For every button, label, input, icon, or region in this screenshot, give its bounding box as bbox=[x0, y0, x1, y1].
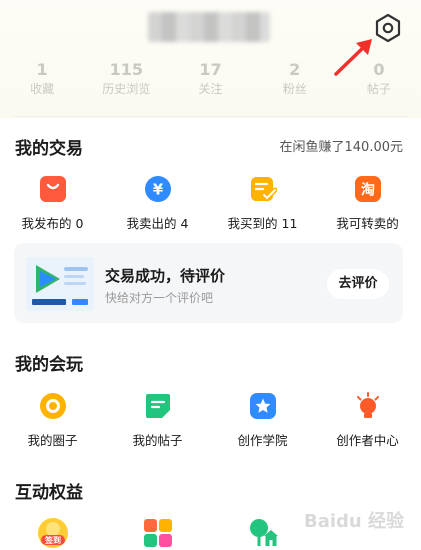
puzzle-benefit-button[interactable] bbox=[105, 516, 210, 550]
my-published-button[interactable]: 我发布的 0 bbox=[0, 175, 105, 232]
play-section-title: 我的会玩 bbox=[15, 355, 83, 375]
checkin-button[interactable]: 签到 bbox=[0, 516, 105, 550]
my-published-label: 我发布的 0 bbox=[21, 216, 84, 231]
creator-academy-label: 创作学院 bbox=[237, 433, 288, 448]
stat-value: 0 bbox=[373, 60, 385, 79]
creator-center-label: 创作者中心 bbox=[336, 433, 399, 448]
stat-followers[interactable]: 2 粉丝 bbox=[253, 60, 337, 100]
my-resellable-label: 我可转卖的 bbox=[336, 216, 399, 231]
my-posts-button[interactable]: 我的帖子 bbox=[105, 392, 210, 449]
review-card-title: 交易成功，待评价 bbox=[105, 267, 226, 285]
username-blurred bbox=[148, 12, 270, 42]
my-sold-button[interactable]: ¥ 我卖出的 4 bbox=[105, 175, 210, 232]
review-card-subtitle: 快给对方一个评价吧 bbox=[105, 291, 214, 305]
svg-text:淘: 淘 bbox=[361, 182, 375, 199]
stat-label: 粉丝 bbox=[282, 82, 307, 96]
interactive-section-title: 互动权益 bbox=[15, 483, 83, 503]
stat-following[interactable]: 17 关注 bbox=[168, 60, 252, 100]
stat-value: 2 bbox=[289, 60, 301, 79]
circle-ring-icon bbox=[39, 393, 66, 419]
watermark-text: Baidu 经验 bbox=[304, 510, 405, 532]
stat-label: 关注 bbox=[198, 82, 223, 96]
stat-label: 历史浏览 bbox=[102, 82, 151, 96]
review-reminder-card[interactable]: 交易成功，待评价 快给对方一个评价吧 去评价 bbox=[14, 243, 403, 323]
stat-value: 115 bbox=[109, 60, 143, 79]
puzzle-hearts-icon bbox=[143, 519, 172, 547]
trading-grid: 我发布的 0 ¥ 我卖出的 4 我买到的 11 淘 我可转卖的 bbox=[0, 175, 421, 232]
tree-house-icon bbox=[249, 519, 278, 546]
stat-label: 帖子 bbox=[366, 82, 391, 96]
stat-history[interactable]: 115 历史浏览 bbox=[84, 60, 168, 100]
creator-academy-button[interactable]: 创作学院 bbox=[210, 392, 315, 449]
baidu-watermark: Baidu 经验 bbox=[304, 510, 405, 532]
star-badge-icon bbox=[249, 393, 276, 419]
bag-icon bbox=[39, 176, 66, 202]
receipt-check-icon bbox=[250, 177, 277, 202]
my-posts-label: 我的帖子 bbox=[132, 433, 183, 448]
stat-value: 1 bbox=[36, 60, 48, 79]
taobao-icon: 淘 bbox=[354, 176, 381, 202]
go-review-button[interactable]: 去评价 bbox=[327, 269, 389, 299]
stat-favorites[interactable]: 1 收藏 bbox=[0, 60, 84, 100]
my-circles-button[interactable]: 我的圈子 bbox=[0, 392, 105, 449]
my-bought-label: 我买到的 11 bbox=[227, 216, 298, 231]
yen-icon: ¥ bbox=[144, 176, 171, 202]
post-icon bbox=[145, 394, 170, 418]
trading-section-title: 我的交易 bbox=[15, 139, 83, 159]
checkin-icon: 签到 bbox=[37, 518, 68, 548]
stat-posts[interactable]: 0 帖子 bbox=[337, 60, 421, 100]
earned-amount-link[interactable]: 在闲鱼赚了140.00元 bbox=[280, 136, 404, 155]
stat-label: 收藏 bbox=[30, 82, 55, 96]
stats-row: 1 收藏 115 历史浏览 17 关注 2 粉丝 0 帖子 bbox=[0, 60, 421, 100]
my-resellable-button[interactable]: 淘 我可转卖的 bbox=[315, 175, 420, 232]
creator-center-button[interactable]: 创作者中心 bbox=[315, 392, 420, 449]
play-grid: 我的圈子 我的帖子 创作学院 创作者中心 bbox=[0, 392, 421, 449]
product-thumbnail bbox=[26, 257, 94, 311]
checkin-badge-text: 签到 bbox=[44, 535, 61, 545]
my-sold-label: 我卖出的 4 bbox=[126, 216, 189, 231]
my-bought-button[interactable]: 我买到的 11 bbox=[210, 175, 315, 232]
svg-text:¥: ¥ bbox=[152, 181, 163, 199]
my-circles-label: 我的圈子 bbox=[27, 433, 78, 448]
header-divider bbox=[14, 116, 407, 117]
stat-value: 17 bbox=[199, 60, 222, 79]
bulb-icon bbox=[356, 392, 379, 418]
settings-gear-icon[interactable] bbox=[372, 12, 404, 44]
